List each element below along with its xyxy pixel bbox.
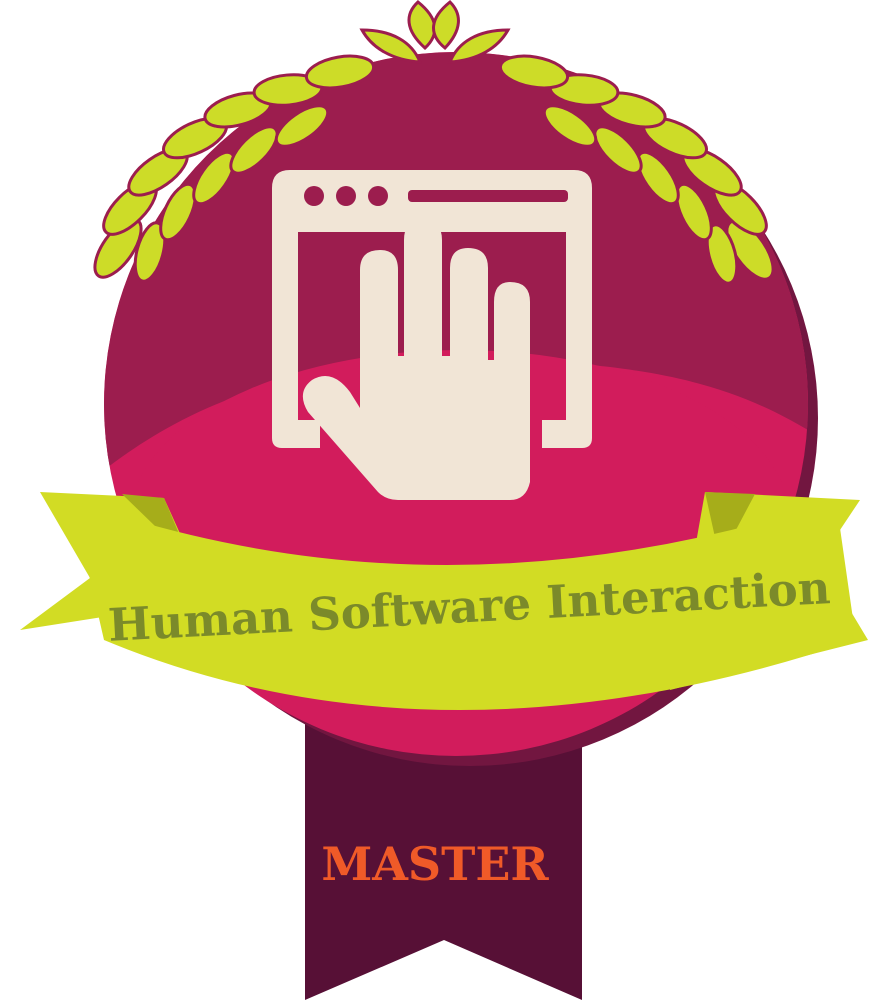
badge: Human Software Interaction MASTER: [20, 0, 868, 1000]
badge-level: MASTER: [321, 837, 549, 891]
